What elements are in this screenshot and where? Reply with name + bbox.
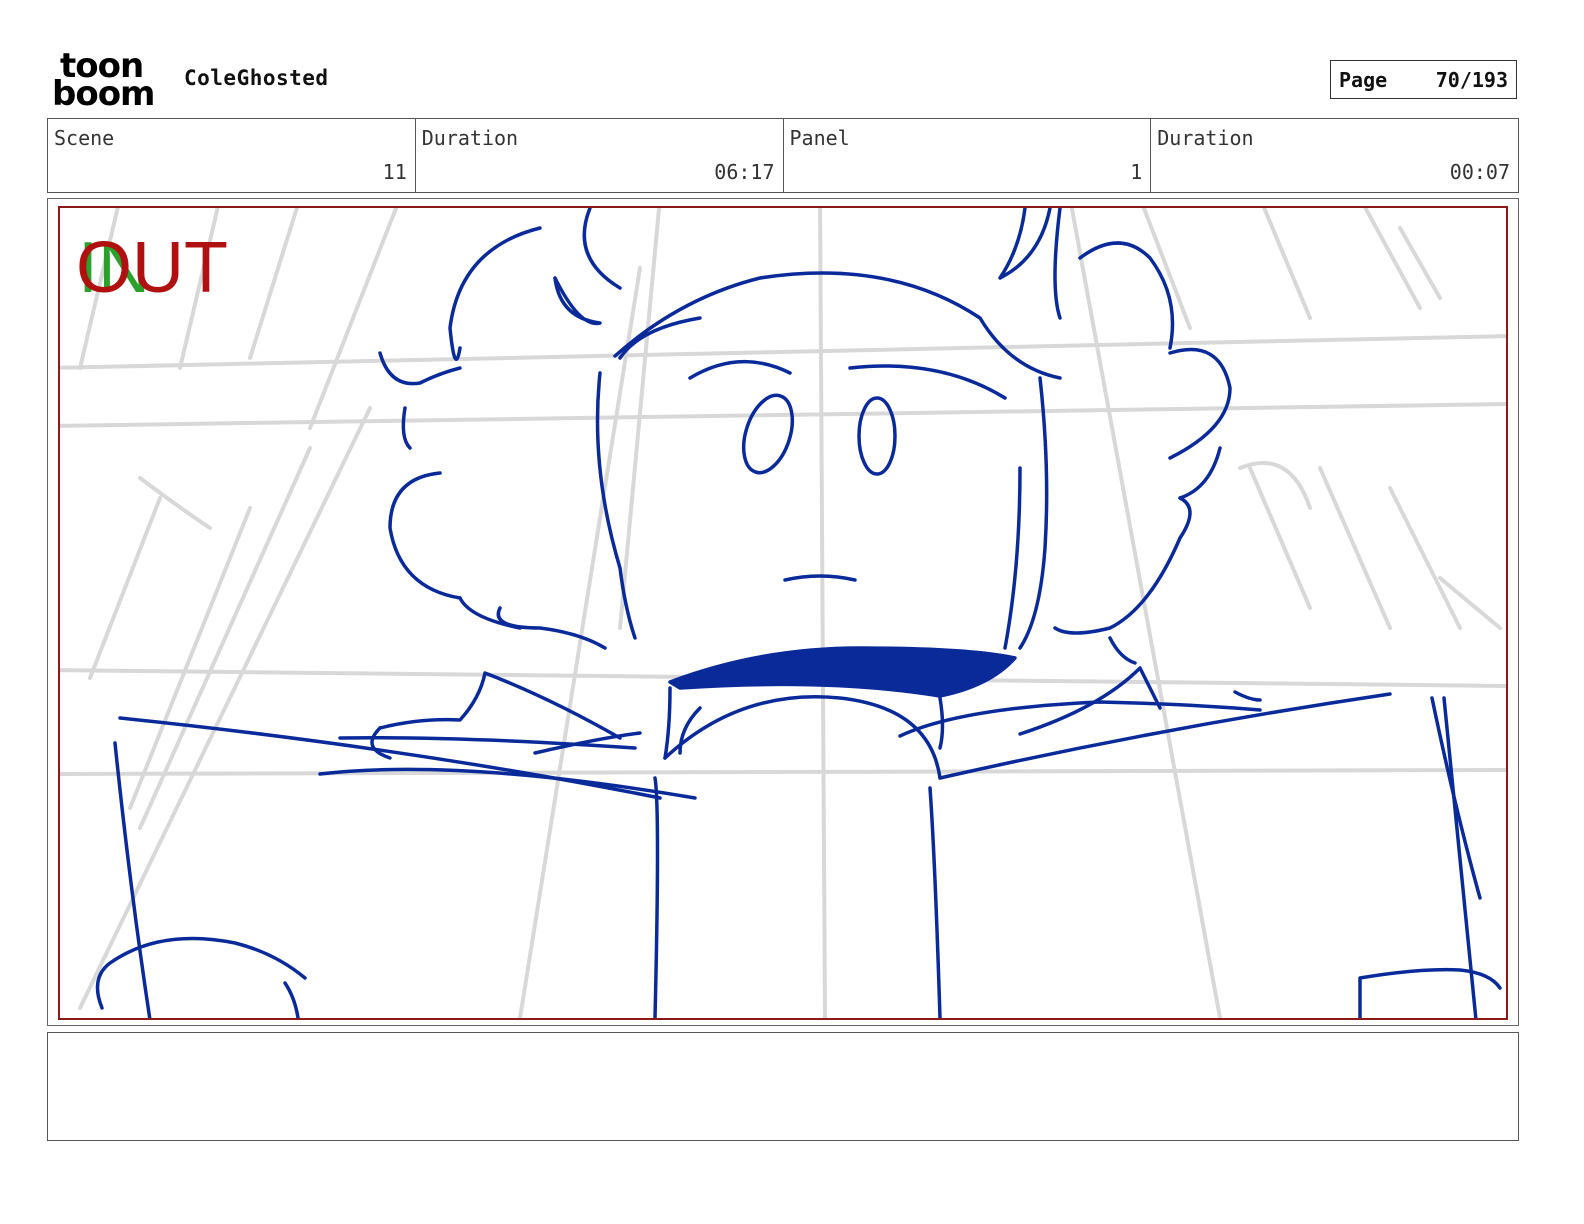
page-label: Page bbox=[1339, 67, 1388, 92]
scene-duration-value: 06:17 bbox=[714, 160, 775, 184]
logo-bottom-text: boom bbox=[52, 74, 155, 114]
panel-duration-value: 00:07 bbox=[1449, 160, 1510, 184]
scene-cell: Scene 11 bbox=[48, 119, 416, 192]
project-title: ColeGhosted bbox=[184, 66, 329, 90]
page-indicator: Page 70/193 bbox=[1330, 60, 1517, 99]
scene-label: Scene bbox=[54, 126, 115, 150]
page-value: 70/193 bbox=[1435, 67, 1508, 92]
toon-boom-logo: toon boom bbox=[52, 49, 164, 114]
panel-duration-cell: Duration 00:07 bbox=[1151, 119, 1518, 192]
out-mark: OUT bbox=[76, 228, 228, 308]
panel-notes-box[interactable] bbox=[47, 1032, 1519, 1141]
panel-label: Panel bbox=[789, 126, 850, 150]
background-sketch-lines bbox=[60, 208, 1506, 1018]
scene-duration-label: Duration bbox=[421, 126, 519, 150]
scene-duration-cell: Duration 06:17 bbox=[416, 119, 784, 192]
storyboard-panel-image: IN OUT bbox=[58, 206, 1508, 1020]
panel-cell: Panel 1 bbox=[784, 119, 1152, 192]
panel-duration-label: Duration bbox=[1157, 126, 1254, 150]
storyboard-sketch bbox=[60, 208, 1506, 1018]
panel-value: 1 bbox=[1130, 160, 1143, 184]
character-sketch bbox=[95, 208, 1502, 1018]
panel-info-row: Scene 11 Duration 06:17 Panel 1 Duration… bbox=[47, 118, 1519, 193]
scene-value: 11 bbox=[382, 160, 407, 184]
